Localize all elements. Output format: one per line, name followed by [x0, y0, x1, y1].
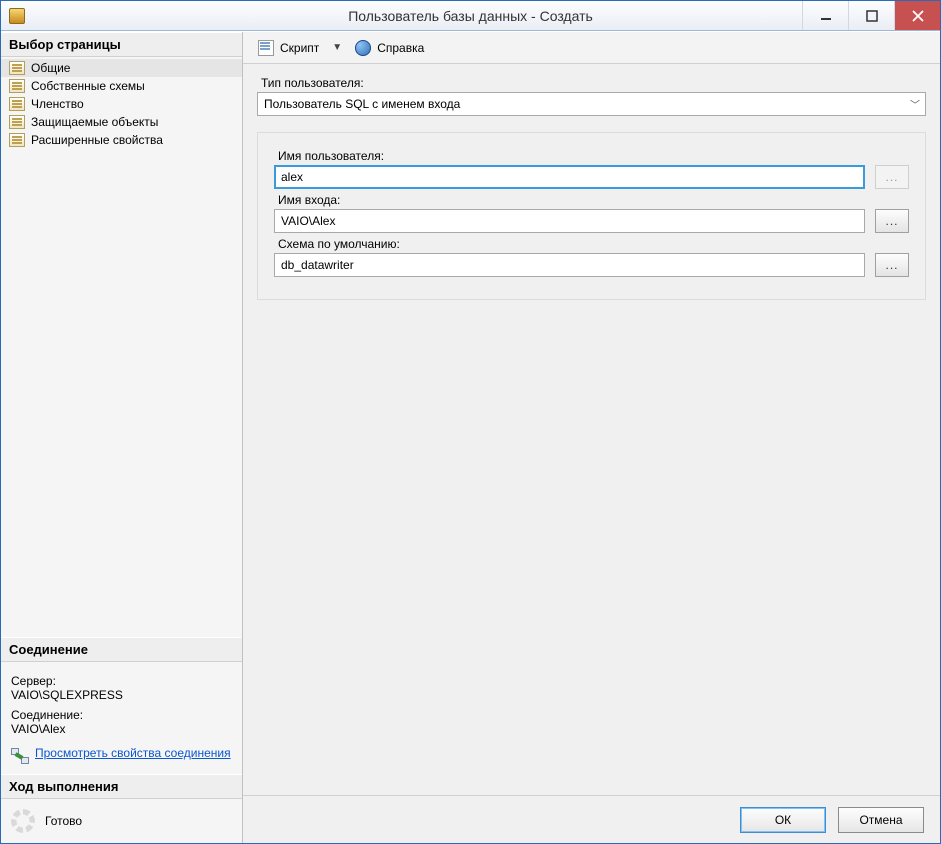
help-icon [355, 40, 371, 56]
script-button[interactable]: Скрипт [251, 37, 326, 59]
login-value: VAIO\Alex [281, 214, 335, 228]
sidebar-item-extended-properties[interactable]: Расширенные свойства [1, 131, 242, 149]
schema-label: Схема по умолчанию: [278, 237, 909, 251]
cancel-button[interactable]: Отмена [838, 807, 924, 833]
username-label: Имя пользователя: [278, 149, 909, 163]
script-dropdown-arrow[interactable]: ▼ [330, 42, 344, 53]
progress-block: Готово [1, 799, 242, 843]
connection-block: Сервер: VAIO\SQLEXPRESS Соединение: VAIO… [1, 662, 242, 774]
minimize-button[interactable] [802, 1, 848, 30]
sidebar-item-label: Защищаемые объекты [31, 115, 158, 129]
progress-status: Готово [45, 814, 82, 828]
user-type-label: Тип пользователя: [261, 76, 926, 90]
window-controls [802, 1, 940, 30]
schema-value: db_datawriter [281, 258, 354, 272]
sidebar-item-membership[interactable]: Членство [1, 95, 242, 113]
sidebar-item-label: Членство [31, 97, 84, 111]
sidebar-item-securables[interactable]: Защищаемые объекты [1, 113, 242, 131]
connection-label: Соединение: [11, 708, 232, 722]
username-browse-button: ... [875, 165, 909, 189]
connection-header: Соединение [1, 637, 242, 662]
toolbar: Скрипт ▼ Справка [243, 32, 940, 64]
page-icon [9, 97, 25, 111]
content-area: Тип пользователя: Пользователь SQL с име… [243, 64, 940, 795]
sidebar-item-label: Расширенные свойства [31, 133, 163, 147]
maximize-button[interactable] [848, 1, 894, 30]
sidebar-item-owned-schemas[interactable]: Собственные схемы [1, 77, 242, 95]
page-list: Общие Собственные схемы Членство Защищае… [1, 57, 242, 151]
progress-spinner-icon [11, 809, 35, 833]
user-type-value: Пользователь SQL с именем входа [264, 97, 460, 111]
sidebar: Выбор страницы Общие Собственные схемы Ч… [1, 32, 243, 843]
ok-button[interactable]: ОК [740, 807, 826, 833]
close-icon [912, 10, 924, 22]
username-input[interactable]: alex [274, 165, 865, 189]
page-icon [9, 61, 25, 75]
maximize-icon [866, 10, 878, 22]
server-value: VAIO\SQLEXPRESS [11, 688, 232, 702]
view-connection-link[interactable]: Просмотреть свойства соединения [35, 746, 231, 760]
page-icon [9, 115, 25, 129]
user-details-group: Имя пользователя: alex ... Имя входа: VA… [257, 132, 926, 300]
dialog-footer: ОК Отмена [243, 795, 940, 843]
network-icon [11, 748, 29, 764]
server-label: Сервер: [11, 674, 232, 688]
sidebar-item-general[interactable]: Общие [1, 59, 242, 77]
login-label: Имя входа: [278, 193, 909, 207]
close-button[interactable] [894, 1, 940, 30]
progress-header: Ход выполнения [1, 774, 242, 799]
help-button[interactable]: Справка [348, 37, 431, 59]
window-title: Пользователь базы данных - Создать [1, 8, 940, 24]
titlebar: Пользователь базы данных - Создать [1, 1, 940, 31]
view-connection-properties[interactable]: Просмотреть свойства соединения [11, 746, 232, 764]
minimize-icon [820, 10, 832, 22]
schema-input[interactable]: db_datawriter [274, 253, 865, 277]
login-input[interactable]: VAIO\Alex [274, 209, 865, 233]
script-icon [258, 40, 274, 56]
login-browse-button[interactable]: ... [875, 209, 909, 233]
sidebar-item-label: Общие [31, 61, 70, 75]
page-select-header: Выбор страницы [1, 32, 242, 57]
sidebar-item-label: Собственные схемы [31, 79, 145, 93]
schema-browse-button[interactable]: ... [875, 253, 909, 277]
username-value: alex [281, 170, 303, 184]
connection-value: VAIO\Alex [11, 722, 232, 736]
app-icon [9, 8, 25, 24]
page-icon [9, 133, 25, 147]
script-label: Скрипт [280, 41, 319, 55]
main-panel: Скрипт ▼ Справка Тип пользователя: Польз… [243, 32, 940, 843]
user-type-select[interactable]: Пользователь SQL с именем входа [257, 92, 926, 116]
dialog-window: Пользователь базы данных - Создать Выбор… [0, 0, 941, 844]
page-icon [9, 79, 25, 93]
help-label: Справка [377, 41, 424, 55]
